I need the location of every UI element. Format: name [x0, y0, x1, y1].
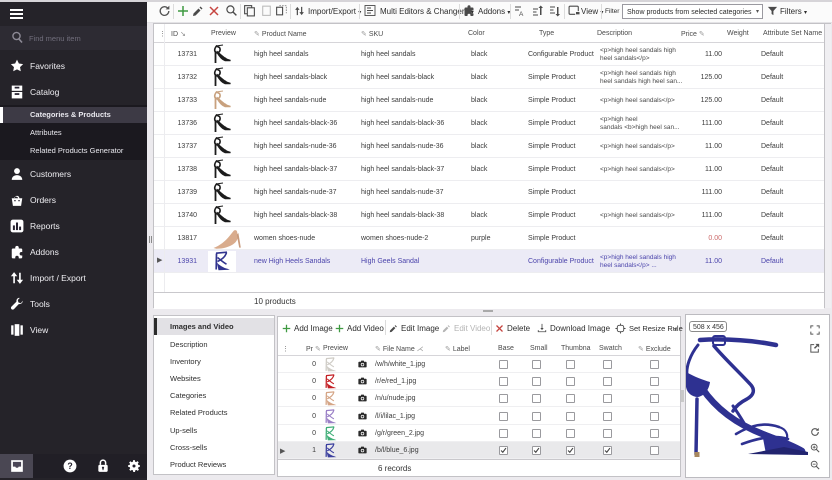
svg-text:?: ?: [67, 461, 72, 471]
svg-text:A: A: [519, 11, 524, 17]
